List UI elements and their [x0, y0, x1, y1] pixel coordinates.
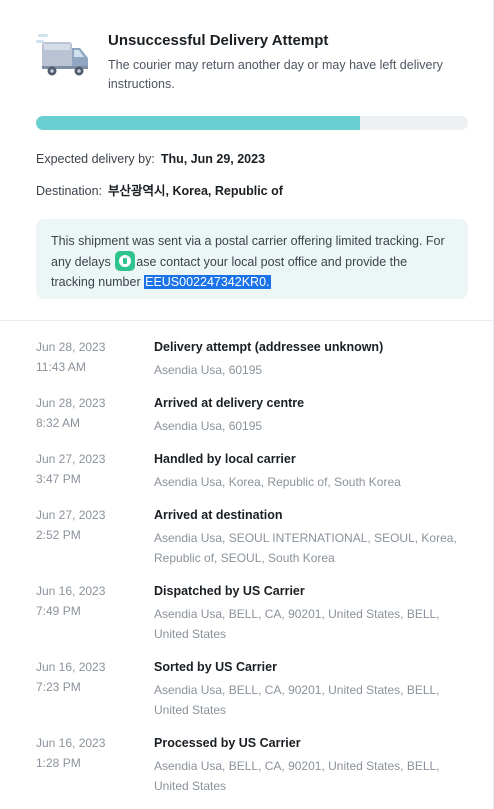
event-status: Dispatched by US Carrier	[154, 584, 305, 598]
event-time: 2:52 PM	[36, 528, 81, 542]
event-status: Arrived at destination	[154, 508, 283, 522]
event-status: Delivery attempt (addressee unknown)	[154, 340, 384, 354]
event-location: Asendia Usa, 60195	[154, 419, 263, 433]
tracking-number[interactable]: EEUS002247342KR0.	[144, 275, 271, 289]
event-date: Jun 16, 2023	[36, 736, 106, 750]
destination-value: 부산광역시, Korea, Republic of	[108, 184, 283, 198]
event-location: Asendia Usa, SEOUL INTERNATIONAL, SEOUL,…	[154, 531, 457, 565]
tracking-card: Unsuccessful Delivery Attempt The courie…	[0, 0, 494, 809]
status-header: Unsuccessful Delivery Attempt The courie…	[36, 28, 469, 94]
event-time: 1:28 PM	[36, 756, 81, 770]
event-location: Asendia Usa, BELL, CA, 90201, United Sta…	[154, 607, 440, 641]
event-date: Jun 16, 2023	[36, 660, 106, 674]
destination-rest: , Korea, Republic of	[165, 184, 283, 198]
event-date: Jun 27, 2023	[36, 452, 106, 466]
expected-label: Expected delivery by:	[36, 152, 155, 166]
status-subtitle: The courier may return another day or ma…	[108, 58, 443, 91]
divider	[0, 320, 494, 321]
help-chat-icon[interactable]	[115, 251, 136, 271]
limited-tracking-notice: This shipment was sent via a postal carr…	[36, 219, 468, 299]
destination-label: Destination:	[36, 184, 103, 198]
destination: Destination: 부산광역시, Korea, Republic of	[36, 180, 283, 199]
event-time: 8:32 AM	[36, 416, 81, 430]
event-time: 3:47 PM	[36, 472, 81, 486]
delivery-truck-icon	[36, 34, 88, 76]
expected-delivery: Expected delivery by: Thu, Jun 29, 2023	[36, 152, 265, 166]
event-time: 7:49 PM	[36, 604, 81, 618]
event-date: Jun 27, 2023	[36, 508, 106, 522]
event-time: 11:43 AM	[36, 360, 86, 374]
event-location: Asendia Usa, 60195	[154, 363, 263, 377]
event-date: Jun 28, 2023	[36, 340, 106, 354]
event-status: Processed by US Carrier	[154, 736, 301, 750]
event-status: Arrived at delivery centre	[154, 396, 305, 410]
status-text: Unsuccessful Delivery Attempt The courie…	[108, 28, 469, 94]
status-title: Unsuccessful Delivery Attempt	[108, 32, 329, 49]
event-location: Asendia Usa, Korea, Republic of, South K…	[154, 475, 401, 489]
delivery-progress-bar	[36, 116, 468, 130]
expected-value: Thu, Jun 29, 2023	[160, 152, 266, 166]
event-location: Asendia Usa, BELL, CA, 90201, United Sta…	[154, 759, 440, 793]
event-date: Jun 28, 2023	[36, 396, 106, 410]
event-status: Handled by local carrier	[154, 452, 296, 466]
event-status: Sorted by US Carrier	[154, 660, 277, 674]
destination-korean: 부산광역시	[108, 184, 166, 198]
event-location: Asendia Usa, BELL, CA, 90201, United Sta…	[154, 683, 440, 717]
event-date: Jun 16, 2023	[36, 584, 106, 598]
event-time: 7:23 PM	[36, 680, 81, 694]
progress-fill	[36, 116, 360, 130]
